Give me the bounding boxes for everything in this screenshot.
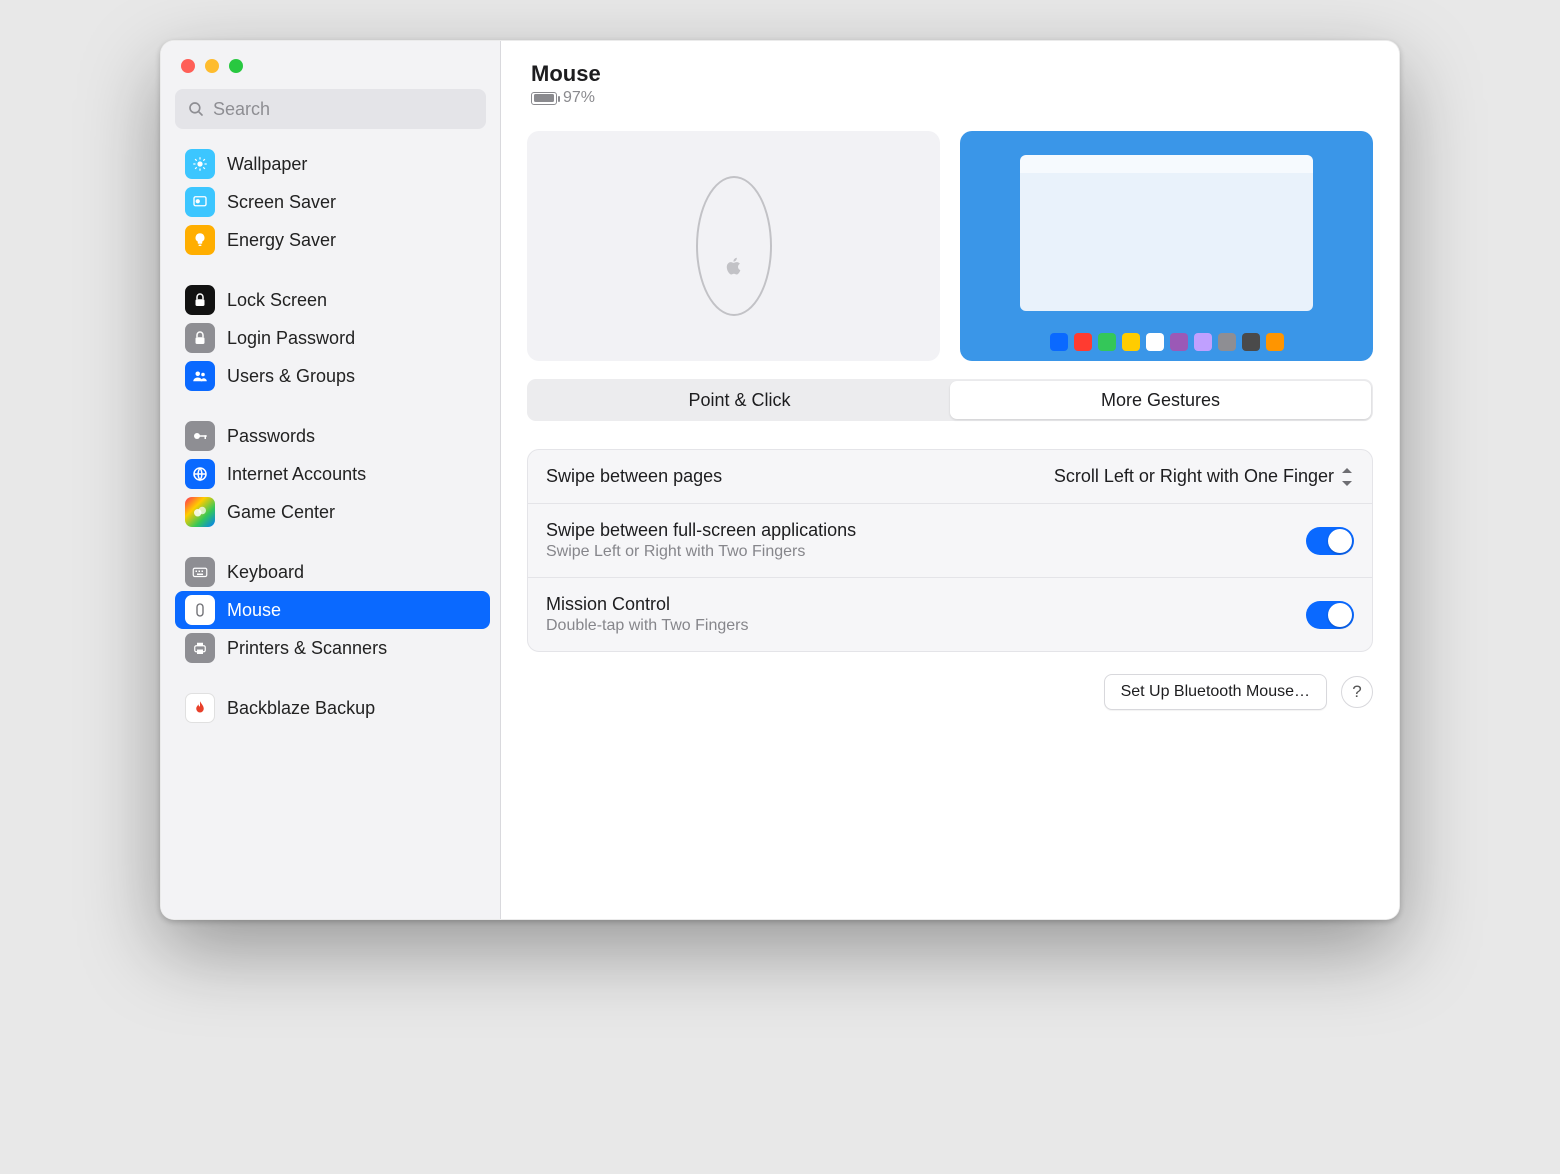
window-zoom-button[interactable] (229, 59, 243, 73)
dock-app-icon (1122, 333, 1140, 351)
sidebar-list: Wallpaper Screen Saver Energy Saver (161, 139, 500, 905)
backblaze-icon (185, 693, 215, 723)
sidebar-item-printers-scanners[interactable]: Printers & Scanners (175, 629, 490, 667)
setup-bluetooth-mouse-button[interactable]: Set Up Bluetooth Mouse… (1104, 674, 1327, 710)
mouse-icon (185, 595, 215, 625)
energy-saver-icon (185, 225, 215, 255)
sidebar-item-wallpaper[interactable]: Wallpaper (175, 145, 490, 183)
page-title: Mouse (531, 61, 1373, 87)
row-swipe-between-pages: Swipe between pages Scroll Left or Right… (528, 450, 1372, 503)
sidebar-item-label: Wallpaper (227, 154, 307, 175)
screen-saver-icon (185, 187, 215, 217)
game-center-icon (185, 497, 215, 527)
sidebar-item-label: Backblaze Backup (227, 698, 375, 719)
preview-row (527, 131, 1373, 361)
dock-app-icon (1194, 333, 1212, 351)
setting-title: Swipe between full-screen applications (546, 520, 1290, 541)
help-button[interactable]: ? (1341, 676, 1373, 708)
up-down-chevron-icon (1340, 468, 1354, 486)
sidebar: Wallpaper Screen Saver Energy Saver (161, 41, 501, 919)
sidebar-item-label: Login Password (227, 328, 355, 349)
wallpaper-icon (185, 149, 215, 179)
system-settings-window: Wallpaper Screen Saver Energy Saver (160, 40, 1400, 920)
search-input[interactable] (213, 99, 474, 120)
sidebar-item-users-groups[interactable]: Users & Groups (175, 357, 490, 395)
window-controls (161, 41, 500, 83)
select-value: Scroll Left or Right with One Finger (1054, 466, 1334, 487)
sidebar-item-energy-saver[interactable]: Energy Saver (175, 221, 490, 259)
sidebar-item-label: Energy Saver (227, 230, 336, 251)
sidebar-item-label: Keyboard (227, 562, 304, 583)
search-icon (187, 100, 205, 118)
swipe-fullscreen-toggle[interactable] (1306, 527, 1354, 555)
sidebar-item-screen-saver[interactable]: Screen Saver (175, 183, 490, 221)
printers-scanners-icon (185, 633, 215, 663)
keyboard-icon (185, 557, 215, 587)
setting-subtitle: Double-tap with Two Fingers (546, 617, 1290, 635)
tab-point-click[interactable]: Point & Click (529, 381, 950, 419)
search-field[interactable] (175, 89, 486, 129)
footer: Set Up Bluetooth Mouse… ? (527, 674, 1373, 710)
sidebar-item-login-password[interactable]: Login Password (175, 319, 490, 357)
sidebar-item-label: Users & Groups (227, 366, 355, 387)
sidebar-item-lock-screen[interactable]: Lock Screen (175, 281, 490, 319)
internet-accounts-icon (185, 459, 215, 489)
users-groups-icon (185, 361, 215, 391)
sidebar-item-keyboard[interactable]: Keyboard (175, 553, 490, 591)
apple-logo-icon (723, 255, 745, 277)
swipe-pages-select[interactable]: Scroll Left or Right with One Finger (1054, 466, 1354, 487)
dock-app-icon (1218, 333, 1236, 351)
gesture-settings-list: Swipe between pages Scroll Left or Right… (527, 449, 1373, 652)
sidebar-item-backblaze-backup[interactable]: Backblaze Backup (175, 689, 490, 727)
dock-app-icon (1098, 333, 1116, 351)
sidebar-item-label: Lock Screen (227, 290, 327, 311)
sidebar-item-passwords[interactable]: Passwords (175, 417, 490, 455)
sidebar-item-internet-accounts[interactable]: Internet Accounts (175, 455, 490, 493)
tab-more-gestures[interactable]: More Gestures (950, 381, 1371, 419)
dock-app-icon (1146, 333, 1164, 351)
gesture-preview (960, 131, 1373, 361)
sidebar-item-label: Internet Accounts (227, 464, 366, 485)
setting-subtitle: Swipe Left or Right with Two Fingers (546, 543, 1290, 561)
sidebar-item-label: Passwords (227, 426, 315, 447)
sidebar-item-label: Screen Saver (227, 192, 336, 213)
sidebar-item-label: Printers & Scanners (227, 638, 387, 659)
dock-app-icon (1170, 333, 1188, 351)
sidebar-item-mouse[interactable]: Mouse (175, 591, 490, 629)
mouse-illustration (527, 131, 940, 361)
dock-app-icon (1242, 333, 1260, 351)
battery-icon (531, 92, 557, 105)
main-content: Mouse 97% Point & Click More Gestures (501, 41, 1399, 919)
battery-status: 97% (531, 89, 1373, 107)
sidebar-item-label: Game Center (227, 502, 335, 523)
lock-screen-icon (185, 285, 215, 315)
row-mission-control: Mission Control Double-tap with Two Fing… (528, 577, 1372, 651)
tab-segmented-control: Point & Click More Gestures (527, 379, 1373, 421)
window-minimize-button[interactable] (205, 59, 219, 73)
passwords-icon (185, 421, 215, 451)
setting-title: Swipe between pages (546, 466, 1038, 487)
sidebar-item-label: Mouse (227, 600, 281, 621)
page-header: Mouse 97% (531, 61, 1373, 107)
login-password-icon (185, 323, 215, 353)
window-close-button[interactable] (181, 59, 195, 73)
mission-control-toggle[interactable] (1306, 601, 1354, 629)
dock-app-icon (1266, 333, 1284, 351)
dock-app-icon (1074, 333, 1092, 351)
row-swipe-fullscreen-apps: Swipe between full-screen applications S… (528, 503, 1372, 577)
battery-percent: 97% (563, 89, 595, 107)
dock-app-icon (1050, 333, 1068, 351)
mouse-shape-icon (696, 176, 772, 316)
setting-title: Mission Control (546, 594, 1290, 615)
sidebar-item-game-center[interactable]: Game Center (175, 493, 490, 531)
